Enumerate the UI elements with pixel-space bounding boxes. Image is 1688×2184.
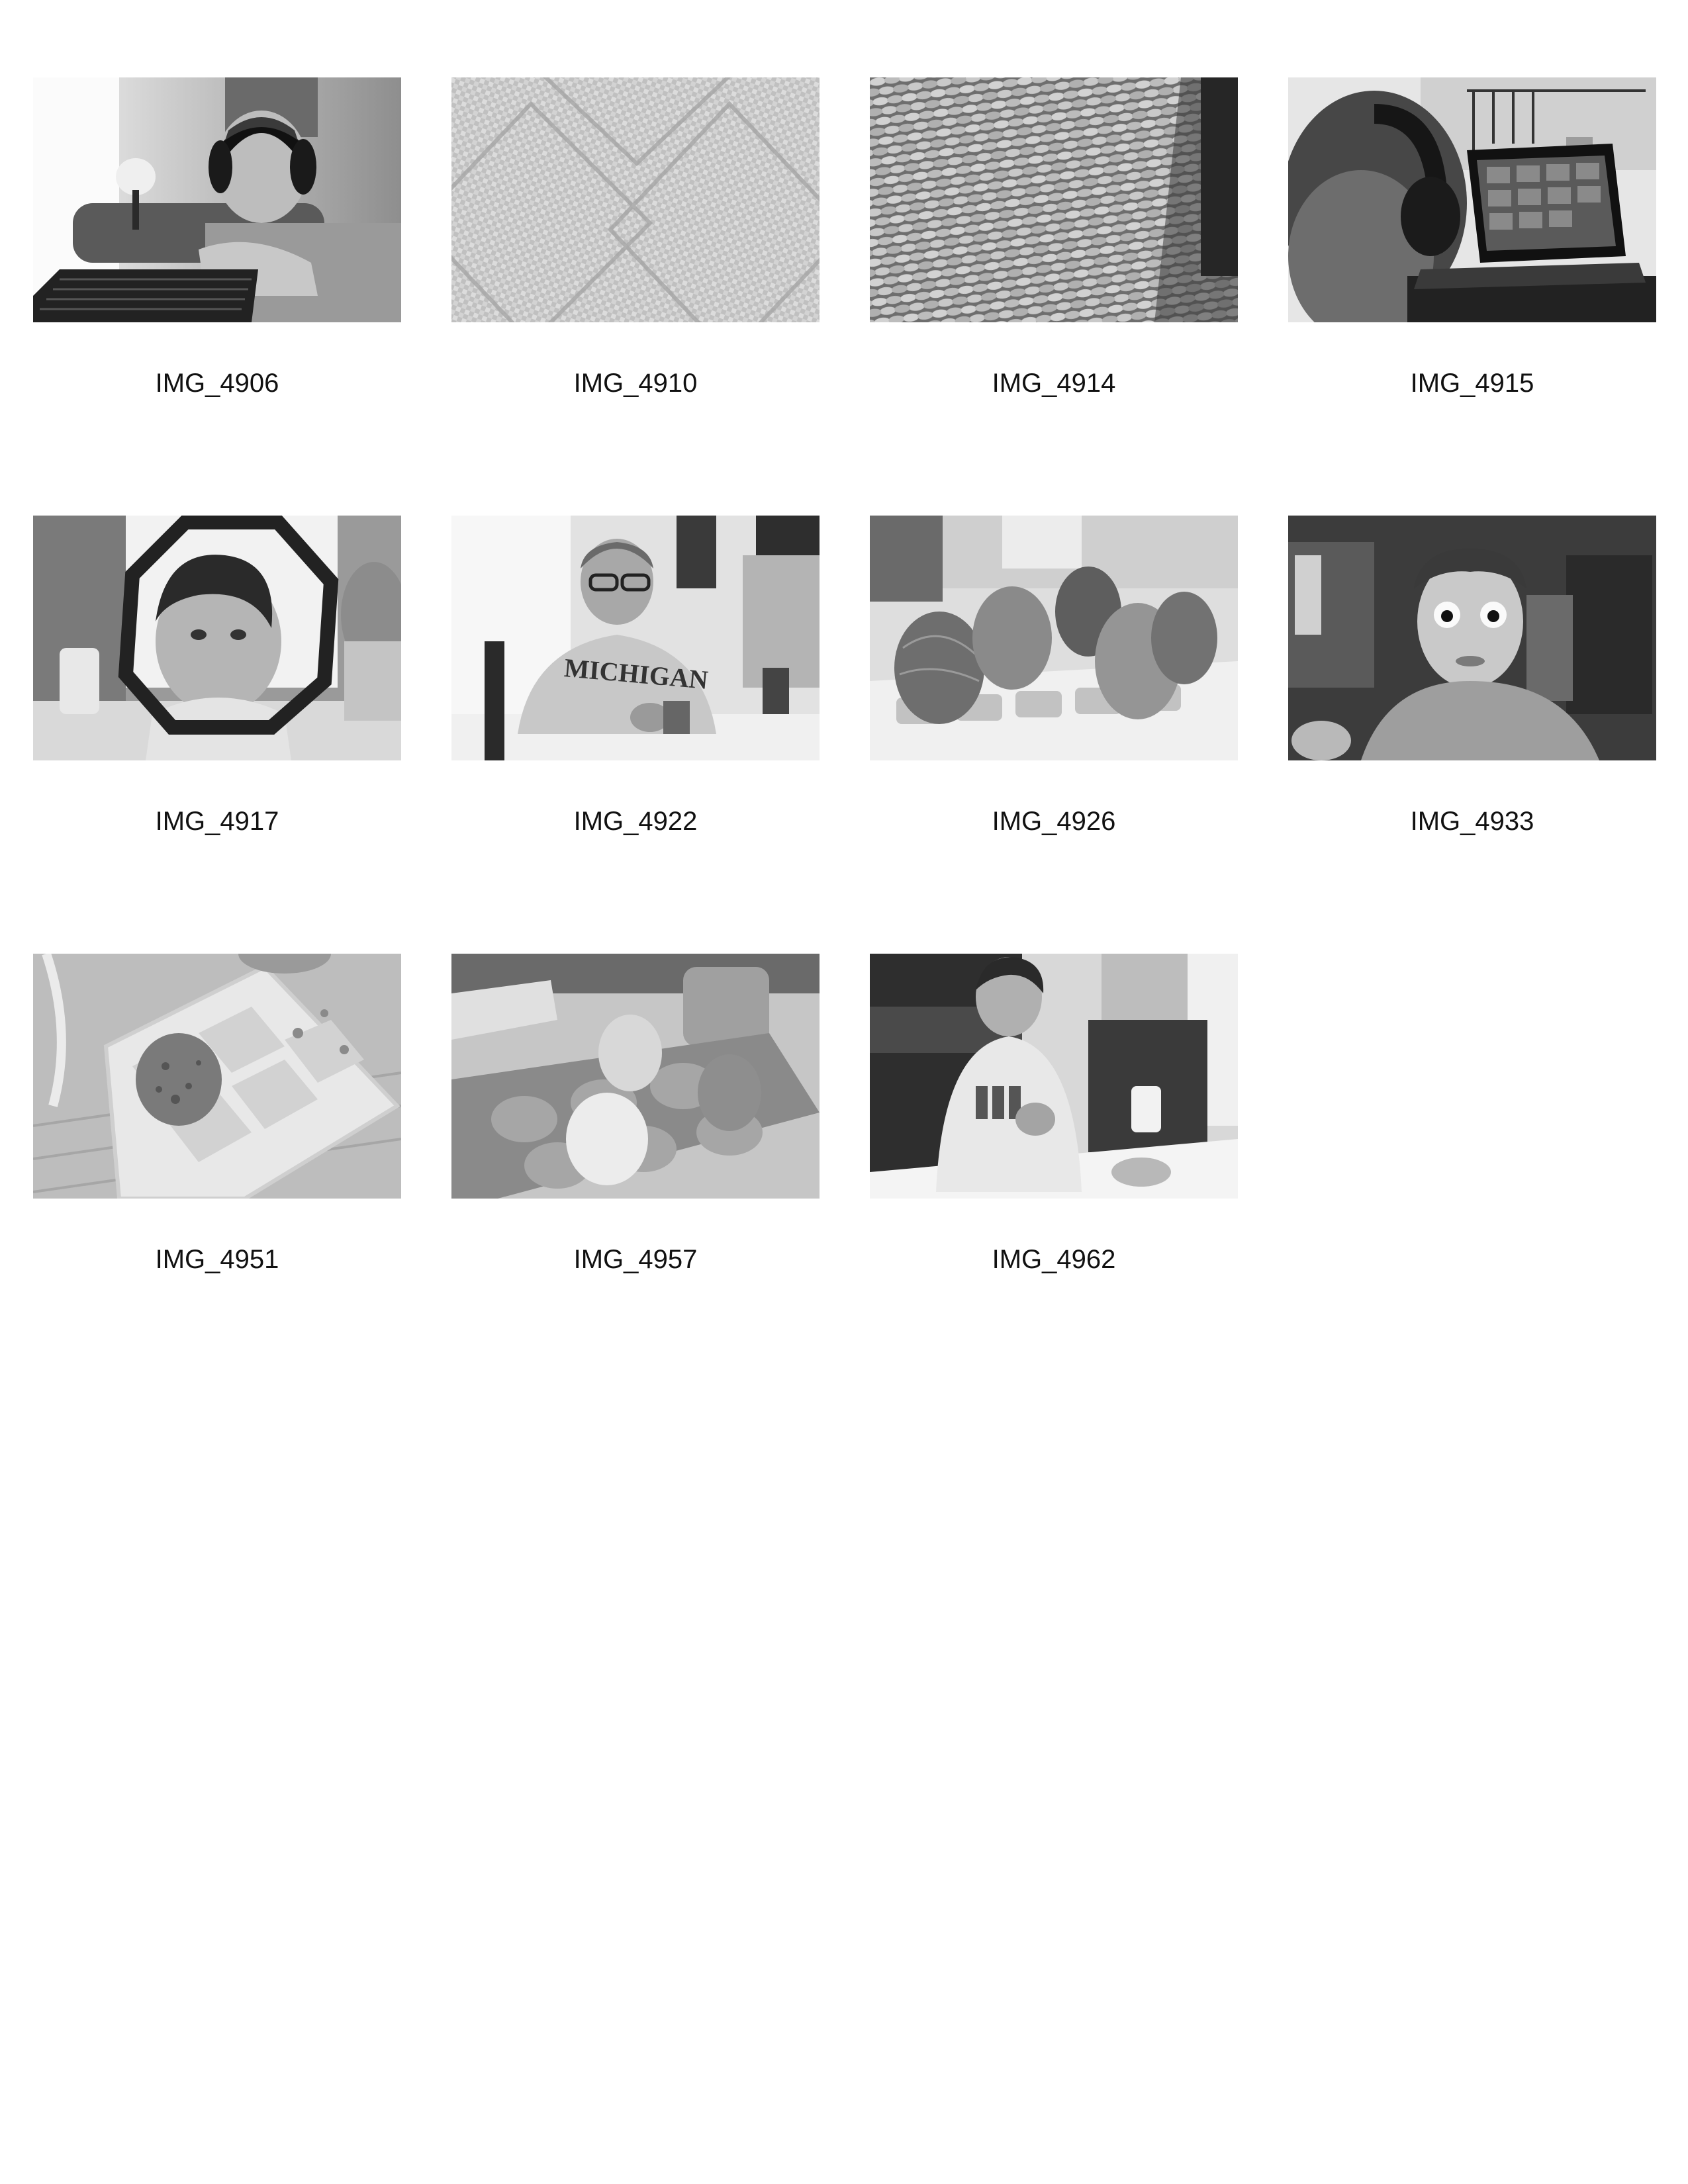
photo-item[interactable]: IMG_4917 bbox=[33, 516, 401, 954]
photo-thumbnail[interactable] bbox=[33, 954, 401, 1199]
photo-item[interactable]: IMG_4910 bbox=[451, 77, 820, 516]
photo-filename: IMG_4951 bbox=[155, 1245, 279, 1274]
photo-item[interactable]: IMG_4962 bbox=[870, 954, 1238, 1392]
photo-filename: IMG_4914 bbox=[992, 369, 1116, 398]
photo-item[interactable]: IMG_4957 bbox=[451, 954, 820, 1392]
photo-item[interactable]: MICHIGAN IMG_4922 bbox=[451, 516, 820, 954]
dyed-eggs-tray-image bbox=[870, 516, 1238, 760]
photo-item[interactable]: IMG_4906 bbox=[33, 77, 401, 516]
man-michigan-sweatshirt-image: MICHIGAN bbox=[451, 516, 820, 760]
photo-item[interactable]: IMG_4926 bbox=[870, 516, 1238, 954]
photo-thumbnail[interactable] bbox=[33, 77, 401, 322]
photo-filename: IMG_4926 bbox=[992, 807, 1116, 836]
photo-thumbnail[interactable] bbox=[1288, 516, 1656, 760]
boy-headphones-monitor-image bbox=[1288, 77, 1656, 322]
photo-thumbnail[interactable] bbox=[1288, 77, 1656, 322]
photo-thumbnail[interactable] bbox=[870, 516, 1238, 760]
eggs-in-carton-image bbox=[451, 954, 820, 1199]
photo-filename: IMG_4922 bbox=[573, 807, 698, 836]
photo-filename: IMG_4957 bbox=[573, 1245, 698, 1274]
woven-basket-texture-image bbox=[870, 77, 1238, 322]
photo-filename: IMG_4917 bbox=[155, 807, 279, 836]
photo-thumbnail[interactable] bbox=[33, 516, 401, 760]
boy-dyeing-egg-image bbox=[870, 954, 1238, 1199]
quilted-fabric-texture-image bbox=[451, 77, 820, 322]
photo-filename: IMG_4962 bbox=[992, 1245, 1116, 1274]
photo-item[interactable]: IMG_4914 bbox=[870, 77, 1238, 516]
photo-filename: IMG_4933 bbox=[1410, 807, 1534, 836]
contact-sheet-page: IMG_4906 IMG_4910 IMG_4914 IMG_4915 IMG_… bbox=[0, 0, 1688, 2184]
photo-filename: IMG_4906 bbox=[155, 369, 279, 398]
photo-item[interactable]: IMG_4915 bbox=[1288, 77, 1656, 516]
egg-in-paint-tray-image bbox=[33, 954, 401, 1199]
photo-item[interactable]: IMG_4951 bbox=[33, 954, 401, 1392]
photo-thumbnail[interactable] bbox=[870, 77, 1238, 322]
boy-through-ring-image bbox=[33, 516, 401, 760]
photo-thumbnail[interactable]: MICHIGAN bbox=[451, 516, 820, 760]
photo-thumbnail[interactable] bbox=[870, 954, 1238, 1199]
boy-funny-face-image bbox=[1288, 516, 1656, 760]
thumbnail-grid: IMG_4906 IMG_4910 IMG_4914 IMG_4915 IMG_… bbox=[33, 77, 1656, 1392]
photo-filename: IMG_4915 bbox=[1410, 369, 1534, 398]
photo-filename: IMG_4910 bbox=[573, 369, 698, 398]
photo-thumbnail[interactable] bbox=[451, 77, 820, 322]
photo-thumbnail[interactable] bbox=[451, 954, 820, 1199]
photo-item[interactable]: IMG_4933 bbox=[1288, 516, 1656, 954]
boy-headphones-laptop-image bbox=[33, 77, 401, 322]
